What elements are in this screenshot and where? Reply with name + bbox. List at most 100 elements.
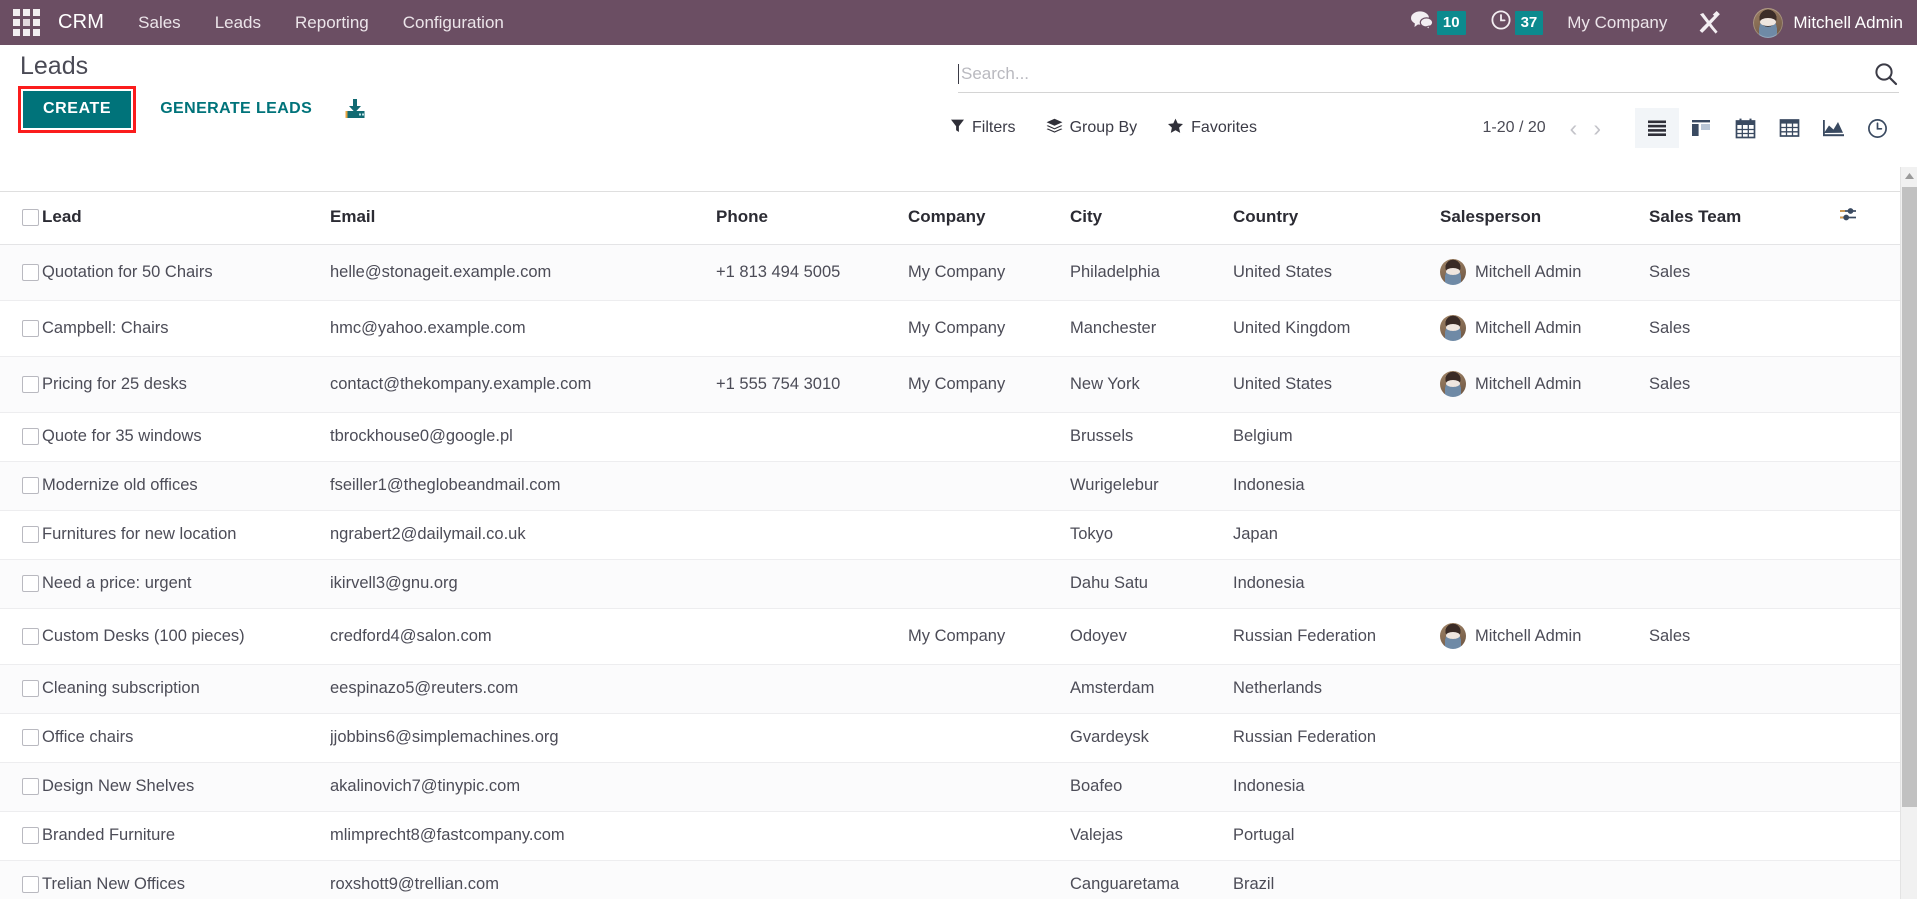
table-body: Quotation for 50 Chairs helle@stonageit.e… [0, 244, 1902, 899]
scroll-up-arrow-icon[interactable] [1901, 167, 1917, 184]
app-brand-crm[interactable]: CRM [58, 11, 104, 34]
cell-row-spacer [1839, 461, 1902, 511]
cell-country: Belgium [1233, 412, 1440, 462]
menu-leads[interactable]: Leads [215, 13, 261, 33]
row-checkbox[interactable] [22, 876, 39, 894]
generate-leads-button[interactable]: GENERATE LEADS [146, 90, 326, 128]
pager-next-button[interactable]: › [1585, 116, 1609, 140]
table-row[interactable]: Trelian New Offices roxshott9@trellian.co… [0, 860, 1902, 899]
cell-phone [716, 713, 908, 763]
column-header-phone[interactable]: Phone [716, 192, 908, 245]
scrollbar-thumb[interactable] [1902, 187, 1917, 807]
favorites-dropdown[interactable]: Favorites [1167, 118, 1257, 139]
row-checkbox[interactable] [22, 627, 39, 645]
column-header-salesperson[interactable]: Salesperson [1440, 192, 1649, 245]
column-header-email[interactable]: Email [330, 192, 716, 245]
cell-phone: +1 555 754 3010 [716, 356, 908, 413]
table-row[interactable]: Quote for 35 windows tbrockhouse0@google.… [0, 412, 1902, 462]
row-checkbox[interactable] [22, 778, 39, 796]
search-input[interactable] [961, 63, 1865, 84]
cell-email: helle@stonageit.example.com [330, 244, 716, 301]
cell-company: My Company [908, 356, 1070, 413]
view-list-button[interactable] [1635, 108, 1679, 148]
column-options-icon[interactable] [1839, 208, 1858, 227]
cell-lead: Pricing for 25 desks [42, 356, 330, 413]
column-header-sales-team[interactable]: Sales Team [1649, 192, 1839, 245]
table-row[interactable]: Branded Furniture mlimprecht8@fastcompany… [0, 811, 1902, 861]
pager-range[interactable]: 1-20 / 20 [1483, 119, 1546, 137]
cell-country: United States [1233, 356, 1440, 413]
salesperson-avatar [1440, 371, 1466, 397]
company-switcher[interactable]: My Company [1567, 13, 1667, 33]
table-row[interactable]: Design New Shelves akalinovich7@tinypic.c… [0, 762, 1902, 812]
cell-sales-team [1649, 559, 1839, 609]
view-calendar-button[interactable] [1723, 108, 1767, 148]
cell-phone [716, 510, 908, 560]
create-button-highlight: CREATE [18, 85, 137, 133]
cell-email: mlimprecht8@fastcompany.com [330, 811, 716, 861]
row-checkbox[interactable] [22, 375, 39, 393]
table-row[interactable]: Office chairs jjobbins6@simplemachines.or… [0, 713, 1902, 763]
vertical-scrollbar[interactable] [1900, 167, 1917, 899]
cell-row-spacer [1839, 811, 1902, 861]
row-checkbox[interactable] [22, 263, 39, 281]
group-by-dropdown[interactable]: Group By [1046, 118, 1137, 138]
import-download-icon[interactable] [342, 97, 368, 121]
column-header-lead[interactable]: Lead [42, 192, 330, 245]
row-checkbox[interactable] [22, 680, 39, 698]
cell-company [908, 762, 1070, 812]
row-checkbox[interactable] [22, 729, 39, 747]
menu-sales[interactable]: Sales [138, 13, 181, 33]
messages-menu[interactable]: 10 [1410, 10, 1466, 35]
row-checkbox[interactable] [22, 526, 39, 544]
view-graph-button[interactable] [1811, 108, 1855, 148]
user-menu[interactable]: Mitchell Admin [1753, 7, 1903, 38]
select-all-checkbox[interactable] [22, 209, 39, 227]
apps-grid-icon[interactable] [13, 9, 40, 36]
salesperson-avatar [1440, 259, 1466, 285]
search-icon[interactable] [1873, 61, 1899, 87]
create-button[interactable]: CREATE [23, 90, 132, 128]
cell-email: ngrabert2@dailymail.co.uk [330, 510, 716, 560]
cell-phone [716, 811, 908, 861]
cell-email: hmc@yahoo.example.com [330, 300, 716, 357]
cell-row-spacer [1839, 713, 1902, 763]
cell-city: Dahu Satu [1070, 559, 1233, 609]
view-pivot-button[interactable] [1767, 108, 1811, 148]
view-activity-button[interactable] [1855, 108, 1899, 148]
table-row[interactable]: Quotation for 50 Chairs helle@stonageit.e… [0, 244, 1902, 301]
pager-previous-button[interactable]: ‹ [1562, 116, 1586, 140]
column-header-country[interactable]: Country [1233, 192, 1440, 245]
tools-icon[interactable] [1697, 10, 1723, 36]
table-row[interactable]: Campbell: Chairs hmc@yahoo.example.com My … [0, 300, 1902, 357]
table-row[interactable]: Cleaning subscription eespinazo5@reuters.… [0, 664, 1902, 714]
row-checkbox[interactable] [22, 827, 39, 845]
row-select-cell [0, 244, 42, 301]
menu-reporting[interactable]: Reporting [295, 13, 369, 33]
column-header-city[interactable]: City [1070, 192, 1233, 245]
cell-lead: Custom Desks (100 pieces) [42, 608, 330, 665]
row-select-cell [0, 860, 42, 899]
pager: 1-20 / 20 ‹ › [1483, 108, 1900, 148]
cell-country: Brazil [1233, 860, 1440, 899]
salesperson-name: Mitchell Admin [1475, 262, 1582, 281]
row-checkbox[interactable] [22, 477, 39, 495]
table-row[interactable]: Modernize old offices fseiller1@theglobea… [0, 461, 1902, 511]
row-checkbox[interactable] [22, 575, 39, 593]
cell-company [908, 860, 1070, 899]
row-checkbox[interactable] [22, 428, 39, 446]
activities-menu[interactable]: 37 [1490, 9, 1544, 36]
table-row[interactable]: Custom Desks (100 pieces) credford4@salon… [0, 608, 1902, 665]
table-row[interactable]: Need a price: urgent ikirvell3@gnu.org Dah… [0, 559, 1902, 609]
control-panel: Leads CREATE GENERATE LEADS Search... Fi… [0, 45, 1917, 192]
table-row[interactable]: Pricing for 25 desks contact@thekompany.e… [0, 356, 1902, 413]
cell-salesperson [1440, 713, 1649, 763]
action-button-row: CREATE GENERATE LEADS [18, 85, 368, 133]
column-header-company[interactable]: Company [908, 192, 1070, 245]
leads-table: Lead Email Phone Company City Country Sa… [0, 192, 1902, 899]
view-kanban-button[interactable] [1679, 108, 1723, 148]
table-row[interactable]: Furnitures for new location ngrabert2@dai… [0, 510, 1902, 560]
menu-configuration[interactable]: Configuration [403, 13, 504, 33]
filters-dropdown[interactable]: Filters [950, 118, 1016, 138]
row-checkbox[interactable] [22, 319, 39, 337]
